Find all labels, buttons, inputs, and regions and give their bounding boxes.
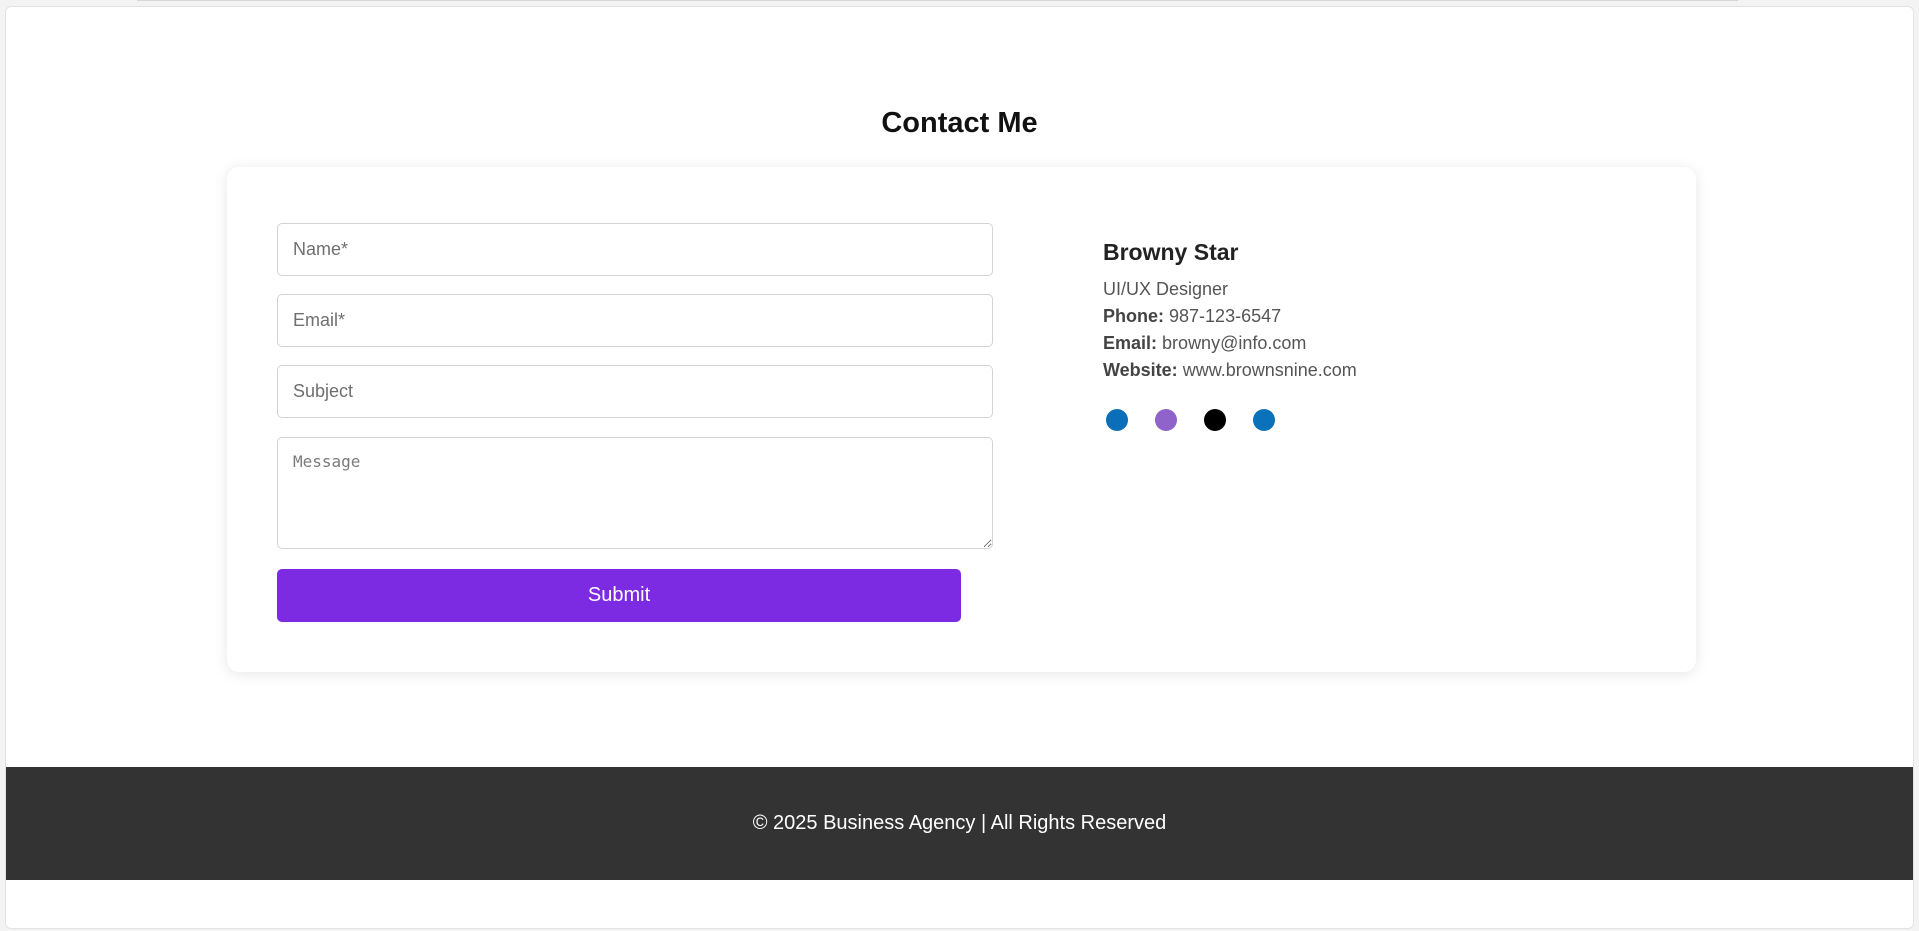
- facebook-icon[interactable]: [1106, 409, 1128, 431]
- subject-input[interactable]: [277, 365, 993, 418]
- footer-copyright: © 2025 Business Agency | All Rights Rese…: [752, 812, 1167, 834]
- email-input[interactable]: [277, 294, 993, 347]
- contact-card: Submit Browny Star UI/UX Designer Phone:…: [227, 167, 1696, 672]
- email-value: browny@info.com: [1162, 333, 1307, 353]
- dribbble-icon[interactable]: [1155, 409, 1177, 431]
- message-textarea[interactable]: [277, 437, 993, 549]
- profile-name: Browny Star: [1103, 239, 1239, 265]
- phone-label: Phone:: [1103, 306, 1164, 326]
- phone-value: 987-123-6547: [1169, 306, 1282, 326]
- page-frame: Contact Me Submit Browny Star UI/UX Desi…: [5, 6, 1914, 929]
- website-label: Website:: [1103, 360, 1178, 380]
- section-title: Contact Me: [881, 107, 1038, 139]
- profile-website: Website: www.brownsnine.com: [1103, 357, 1357, 384]
- top-divider: [137, 0, 1738, 1]
- social-links: [1106, 409, 1275, 431]
- github-icon[interactable]: [1204, 409, 1226, 431]
- submit-button[interactable]: Submit: [277, 569, 961, 622]
- profile-phone: Phone: 987-123-6547: [1103, 303, 1357, 330]
- profile-role: UI/UX Designer: [1103, 279, 1229, 299]
- site-footer: © 2025 Business Agency | All Rights Rese…: [6, 767, 1913, 880]
- contact-info: Browny Star UI/UX Designer Phone: 987-12…: [1103, 239, 1357, 384]
- linkedin-icon[interactable]: [1253, 409, 1275, 431]
- profile-email: Email: browny@info.com: [1103, 330, 1357, 357]
- website-value: www.brownsnine.com: [1182, 360, 1357, 380]
- name-input[interactable]: [277, 223, 993, 276]
- email-label: Email:: [1103, 333, 1158, 353]
